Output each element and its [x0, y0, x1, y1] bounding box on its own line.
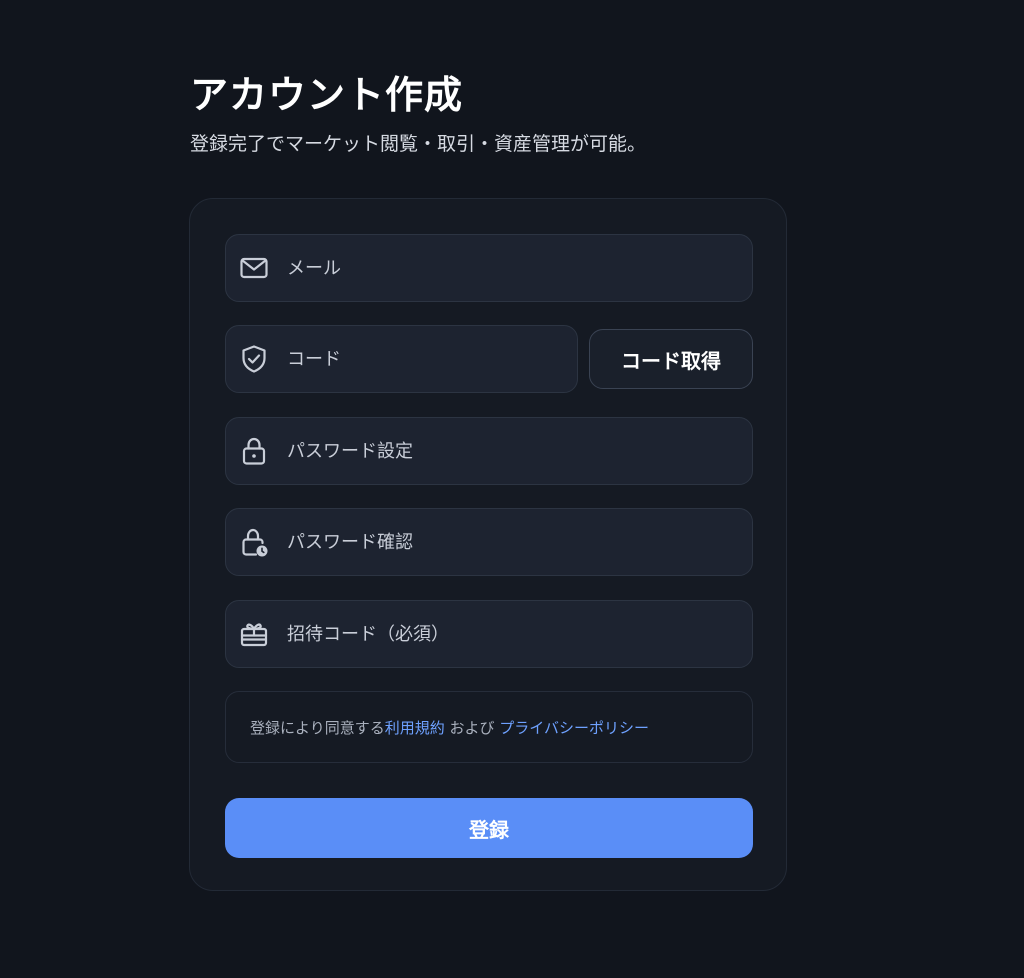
page: アカウント作成 登録完了でマーケット閲覧・取引・資産管理が可能。 メール コード… [0, 0, 1024, 978]
privacy-policy-link[interactable]: プライバシーポリシー [499, 717, 649, 738]
password-field-container [225, 417, 753, 485]
email-input[interactable] [287, 257, 707, 279]
password-confirm-input[interactable] [287, 531, 707, 553]
terms-notice: 登録により同意する 利用規約 および プライバシーポリシー [225, 691, 753, 763]
page-title: アカウント作成 [190, 73, 464, 117]
password-confirm-field-container [225, 508, 753, 576]
code-input[interactable] [287, 348, 547, 370]
register-button[interactable]: 登録 [225, 798, 753, 858]
gift-icon [239, 619, 269, 649]
terms-prefix: 登録により同意する [250, 718, 385, 737]
lock-clock-icon [239, 527, 269, 557]
terms-middle: および [444, 718, 500, 737]
get-code-button[interactable]: コード取得 [589, 329, 753, 389]
signup-card: コード取得 [189, 198, 787, 891]
shield-check-icon [239, 344, 269, 374]
code-field-container [225, 325, 578, 393]
mail-icon [239, 253, 269, 283]
email-field-container [225, 234, 753, 302]
page-subtitle: 登録完了でマーケット閲覧・取引・資産管理が可能。 [190, 133, 647, 155]
invite-code-input[interactable] [287, 623, 707, 645]
header: アカウント作成 登録完了でマーケット閲覧・取引・資産管理が可能。 [190, 70, 830, 158]
terms-of-service-link[interactable]: 利用規約 [385, 717, 445, 738]
password-input[interactable] [287, 440, 707, 462]
lock-icon [239, 436, 269, 466]
invite-field-container [225, 600, 753, 668]
